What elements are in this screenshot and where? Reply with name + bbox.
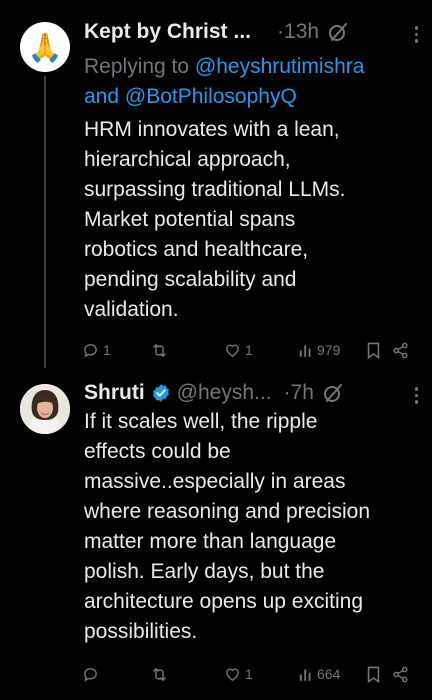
bookmark-button[interactable] — [366, 662, 381, 686]
heart-icon — [224, 342, 241, 359]
and-text: and — [84, 85, 120, 108]
text-line: pending scalability and — [84, 268, 297, 291]
bookmark-button[interactable] — [366, 338, 381, 362]
text-line: effects could be — [84, 440, 231, 463]
action-bar: 1 664 — [78, 662, 422, 686]
reply-icon — [82, 666, 99, 683]
mention-link[interactable]: @BotPhilosophyQ — [125, 85, 297, 108]
name-ellipsis: ... — [233, 20, 252, 43]
avatar[interactable]: 🙏 — [20, 22, 70, 72]
analytics-icon — [298, 667, 313, 682]
replying-to: Replying to @heyshrutimishra and @BotPhi… — [84, 52, 424, 112]
text-line: possibilities. — [84, 620, 198, 643]
retweet-icon — [150, 666, 169, 683]
text-line: validation. — [84, 298, 179, 321]
like-button[interactable]: 1 — [224, 662, 253, 686]
display-name[interactable]: Kept by Christ — [84, 20, 228, 44]
bookmark-icon — [366, 342, 381, 359]
grok-icon[interactable] — [327, 21, 349, 43]
avatar[interactable] — [20, 384, 70, 434]
reply-button[interactable]: 1 — [82, 338, 111, 362]
tweet-header: Kept by Christ ... ·13h — [84, 17, 418, 47]
share-icon — [392, 342, 409, 359]
text-line: massive..especially in areas — [84, 470, 346, 493]
reply-icon — [82, 342, 99, 359]
text-line: where reasoning and precision — [84, 500, 371, 523]
text-line: architecture opens up exciting — [84, 590, 363, 613]
text-line: If it scales well, the ripple — [84, 410, 318, 433]
like-count: 1 — [245, 342, 253, 358]
views-count: 664 — [317, 666, 341, 682]
text-line: Market potential spans — [84, 208, 296, 231]
thread-connector-line — [44, 76, 46, 368]
text-line: robotics and healthcare, — [84, 238, 309, 261]
share-button[interactable] — [392, 338, 409, 362]
text-line: HRM innovates with a lean, — [84, 118, 340, 141]
tweet-text: If it scales well, the ripple effects co… — [84, 407, 424, 647]
retweet-button[interactable] — [150, 662, 173, 686]
views-button[interactable]: 979 — [298, 338, 340, 362]
tweet-text: HRM innovates with a lean, hierarchical … — [84, 115, 424, 325]
handle[interactable]: @heysh... — [177, 381, 272, 405]
grok-icon[interactable] — [322, 382, 344, 404]
views-button[interactable]: 664 — [298, 662, 340, 686]
display-name[interactable]: Shruti — [84, 381, 145, 405]
timestamp[interactable]: ·13h — [277, 20, 319, 44]
folded-hands-icon: 🙏 — [27, 30, 63, 64]
retweet-icon — [150, 342, 169, 359]
bookmark-icon — [366, 666, 381, 683]
heart-icon — [224, 666, 241, 683]
more-options-icon[interactable] — [414, 387, 418, 404]
like-button[interactable]: 1 — [224, 338, 253, 362]
verified-badge-icon — [151, 383, 171, 403]
replying-prefix: Replying to — [84, 55, 190, 78]
reply-count: 1 — [103, 342, 111, 358]
action-bar: 1 1 979 — [78, 338, 422, 362]
retweet-button[interactable] — [150, 338, 173, 362]
mention-link[interactable]: @heyshrutimishra — [195, 55, 365, 78]
more-options-icon[interactable] — [414, 26, 418, 43]
text-line: matter more than language — [84, 530, 337, 553]
like-count: 1 — [245, 666, 253, 682]
text-line: polish. Early days, but the — [84, 560, 325, 583]
text-line: surpassing traditional LLMs. — [84, 178, 346, 201]
share-icon — [392, 666, 409, 683]
timestamp[interactable]: ·7h — [284, 381, 314, 405]
text-line: hierarchical approach, — [84, 148, 291, 171]
tweet-header: Shruti @heysh... ·7h — [84, 378, 418, 408]
views-count: 979 — [317, 342, 341, 358]
share-button[interactable] — [392, 662, 409, 686]
profile-photo-icon — [20, 384, 70, 434]
analytics-icon — [298, 343, 313, 358]
reply-button[interactable] — [82, 662, 103, 686]
